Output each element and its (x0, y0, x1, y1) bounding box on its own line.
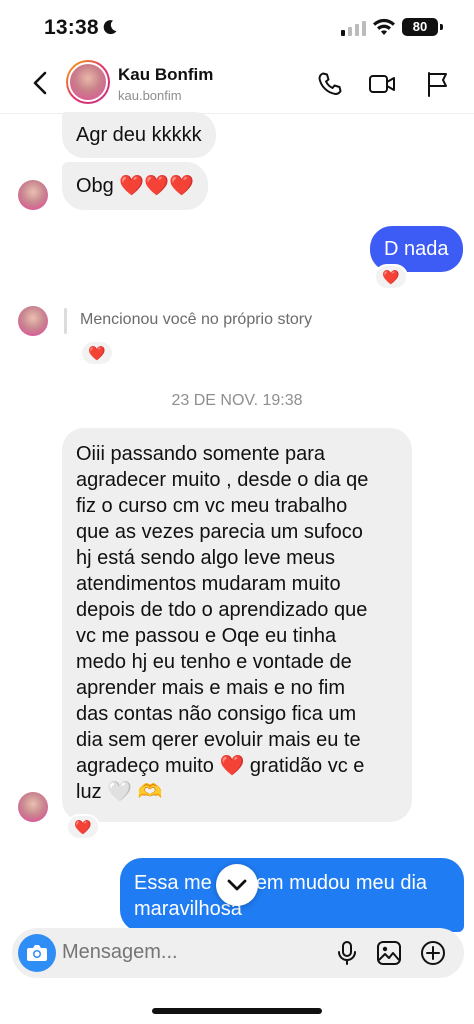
heart-hands-emoji: 🫶 (137, 781, 163, 803)
message-line: agradeço muito ❤️ gratidão vc e (76, 753, 398, 779)
chevron-down-icon (227, 879, 247, 891)
mic-icon[interactable] (334, 940, 360, 966)
reaction-badge[interactable]: ❤️ (374, 264, 408, 290)
back-arrow-icon[interactable] (26, 68, 54, 98)
flag-icon[interactable] (424, 70, 452, 98)
camera-icon (27, 945, 47, 961)
message-text: agradeço muito (76, 755, 214, 777)
story-mention-text[interactable]: Mencionou você no próprio story (80, 311, 312, 329)
home-indicator (152, 1008, 322, 1014)
story-reply-line (64, 308, 67, 334)
message-text: luz (76, 781, 102, 803)
message-line: das contas não consigo fica um (76, 703, 357, 725)
scroll-to-bottom-button[interactable] (216, 864, 258, 906)
message-line: fiz o curso cm vc meu trabalho (76, 495, 348, 517)
contact-username[interactable]: kau.bonfim (118, 88, 182, 103)
message-bubble-incoming[interactable]: Obg ❤️❤️❤️ (62, 162, 209, 210)
sender-avatar[interactable] (18, 180, 48, 210)
phone-icon[interactable] (316, 70, 344, 98)
signal-icon (341, 21, 366, 36)
contact-name[interactable]: Kau Bonfim (118, 65, 213, 85)
date-separator: 23 DE NOV. 19:38 (171, 392, 303, 409)
message-line: luz 🤍 🫶 (76, 779, 398, 805)
heart-reaction: ❤️ (74, 819, 92, 835)
message-text: maravilhosa (134, 898, 242, 920)
chat-header: Kau Bonfim kau.bonfim (0, 56, 474, 114)
message-bubble-incoming[interactable]: Agr deu kkkkk (62, 112, 216, 158)
message-composer (12, 928, 464, 978)
reaction-badge[interactable]: ❤️ (66, 814, 100, 840)
message-line: atendimentos mudaram muito (76, 573, 341, 595)
message-line: agradecer muito , desde o dia qe (76, 469, 369, 491)
message-line: Oiii passando somente para (76, 443, 326, 465)
battery-nub (440, 24, 443, 30)
heart-emoji: ❤️ (219, 755, 245, 777)
status-time: 13:38 (44, 16, 99, 39)
message-line: aprender mais e mais e no fim (76, 677, 346, 699)
heart-reaction: ❤️ (88, 345, 106, 361)
contact-avatar[interactable] (66, 60, 110, 104)
message-line: vc me passou e Oqe eu tinha (76, 625, 337, 647)
message-bubble-outgoing[interactable]: Essa me em mudou meu dia maravilhosa (120, 858, 464, 932)
sender-avatar[interactable] (18, 306, 48, 336)
message-line: que as vezes parecia um sufoco (76, 521, 363, 543)
battery-indicator: 80 (402, 18, 438, 36)
hearts-emoji: ❤️❤️❤️ (119, 175, 195, 197)
message-line: medo hj eu tenho e vontade de (76, 651, 352, 673)
wifi-icon (373, 18, 395, 35)
reaction-badge[interactable]: ❤️ (80, 340, 114, 366)
camera-button[interactable] (18, 934, 56, 972)
heart-reaction: ❤️ (382, 269, 400, 285)
message-text: em mudou meu dia (255, 872, 428, 894)
message-text: gratidão vc e (249, 755, 365, 777)
status-bar: 13:38 80 (0, 0, 474, 56)
message-line: dia sem qerer evoluir mais eu te (76, 729, 361, 751)
message-text: D nada (384, 238, 449, 260)
white-heart-emoji: 🤍 (107, 781, 133, 803)
plus-icon[interactable] (420, 940, 446, 966)
message-text: Essa me (134, 872, 212, 894)
moon-icon (103, 20, 117, 35)
message-line: depois de tdo o aprendizado que (76, 599, 368, 621)
message-text: Agr deu kkkkk (76, 124, 202, 146)
image-icon[interactable] (376, 940, 402, 966)
message-bubble-incoming-long[interactable]: Oiii passando somente para agradecer mui… (62, 428, 412, 822)
message-input[interactable] (62, 941, 322, 964)
video-icon[interactable] (368, 70, 396, 98)
sender-avatar[interactable] (18, 792, 48, 822)
message-line: hj está sendo algo leve meus (76, 547, 336, 569)
message-text: Obg (76, 175, 114, 197)
